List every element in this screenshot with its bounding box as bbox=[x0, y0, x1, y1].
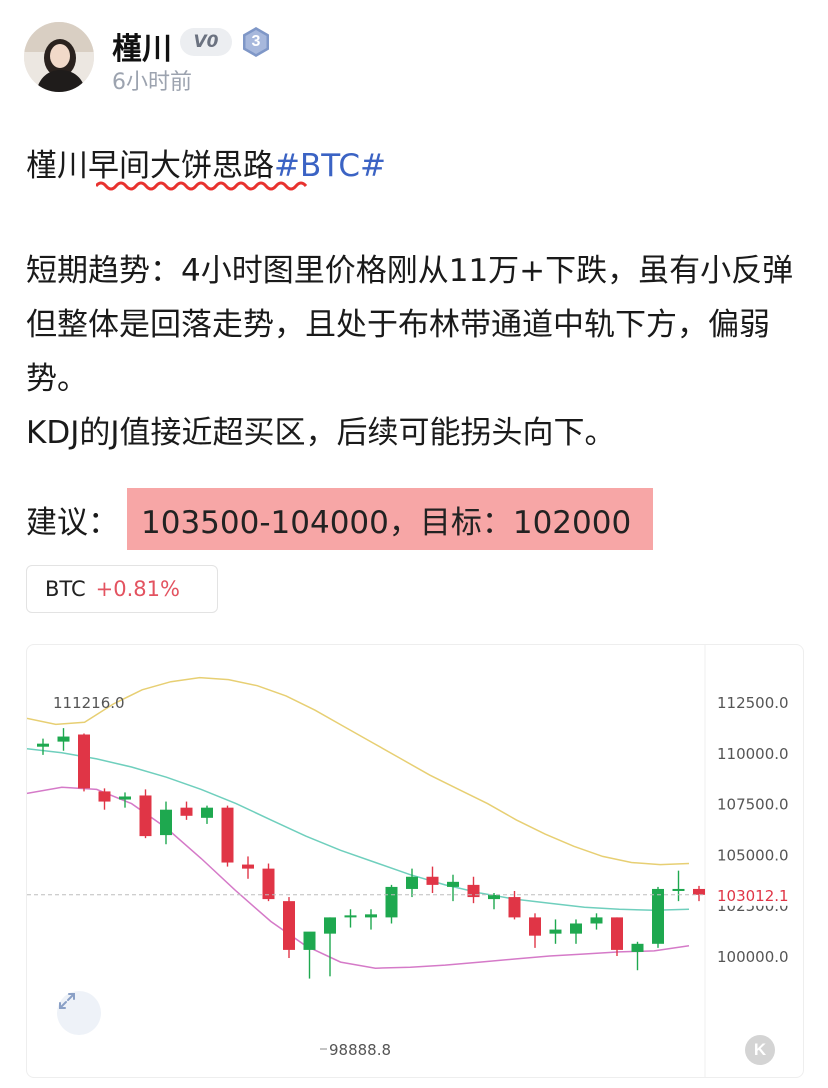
y-tick-label: 105000.0 bbox=[717, 846, 789, 864]
y-tick-label: 110000.0 bbox=[717, 745, 789, 763]
candle-body bbox=[283, 901, 295, 950]
candlestick-chart: 112500.0110000.0107500.0105000.0102500.0… bbox=[27, 645, 803, 1077]
candle-body bbox=[242, 864, 254, 869]
candle-body bbox=[549, 929, 562, 934]
candle-body bbox=[529, 917, 541, 936]
bollinger-upper-line bbox=[27, 676, 690, 866]
candle-body bbox=[201, 807, 213, 818]
candle-body bbox=[590, 917, 603, 924]
candle-body bbox=[385, 886, 398, 918]
candle-body bbox=[180, 807, 193, 816]
candle-body bbox=[693, 888, 705, 895]
vip-level-badge: V0 bbox=[180, 28, 232, 56]
post-paragraph: KDJ的J值接近超买区，后续可能拐头向下。 bbox=[26, 415, 616, 451]
post-time: 6小时前 bbox=[112, 70, 192, 95]
hashtag-link[interactable]: #BTC# bbox=[274, 148, 386, 184]
candle-body bbox=[365, 914, 377, 918]
candle-body bbox=[611, 917, 623, 950]
ticker-symbol: BTC bbox=[45, 577, 86, 601]
suggestion: 建议： 103500-104000，目标：102000 bbox=[26, 488, 654, 550]
candle-body bbox=[631, 943, 644, 952]
expand-button[interactable] bbox=[57, 991, 101, 1035]
post-title: 槿川早间大饼思路#BTC# bbox=[26, 140, 386, 185]
candle-body bbox=[406, 876, 418, 889]
candle-body bbox=[119, 796, 131, 800]
candle-body bbox=[426, 876, 439, 885]
current-price-label: 103012.1 bbox=[717, 887, 789, 905]
candle-body bbox=[570, 923, 582, 934]
post-paragraph: 短期趋势：4小时图里价格刚从11万+下跌，虽有小反弹但整体是回落走势，且处于布林… bbox=[26, 253, 794, 397]
candle-body bbox=[324, 917, 336, 934]
candle-body bbox=[344, 915, 357, 918]
candle-body bbox=[303, 931, 316, 950]
k-logo-icon: K bbox=[745, 1035, 775, 1065]
candle-body bbox=[221, 807, 234, 863]
candle-body bbox=[37, 743, 49, 747]
post-title-text: 槿川早间大饼思路 bbox=[26, 148, 274, 184]
ticker-change: +0.81% bbox=[95, 577, 180, 601]
price-chart-card[interactable]: 112500.0 110000.0 107500.0 105000.0 102500.0… bbox=[26, 644, 804, 1078]
avatar-photo bbox=[24, 22, 94, 92]
y-tick-label: 112500.0 bbox=[717, 694, 789, 712]
candle-body bbox=[160, 809, 172, 836]
level-number: 3 bbox=[251, 33, 261, 50]
high-price-label: 111216.0 bbox=[53, 694, 125, 712]
suggestion-highlight: 103500-104000，目标：102000 bbox=[127, 488, 654, 550]
candle-body bbox=[488, 895, 500, 900]
candle-body bbox=[139, 795, 152, 837]
candle-body bbox=[98, 791, 111, 802]
candle-body bbox=[508, 897, 521, 918]
suggestion-label: 建议： bbox=[26, 504, 119, 541]
avatar[interactable] bbox=[24, 22, 94, 92]
ticker-chip[interactable]: BTC +0.81% bbox=[26, 565, 218, 613]
y-tick-label: 107500.0 bbox=[717, 796, 789, 814]
y-tick-label: 100000.0 bbox=[717, 948, 789, 966]
candle-body bbox=[78, 734, 90, 789]
post-body: 短期趋势：4小时图里价格刚从11万+下跌，虽有小反弹但整体是回落走势，且处于布林… bbox=[26, 244, 806, 460]
candle-body bbox=[652, 888, 664, 944]
author-name[interactable]: 槿川 bbox=[112, 24, 172, 68]
expand-icon bbox=[59, 993, 75, 1009]
candle-body bbox=[447, 881, 459, 887]
candle-body bbox=[57, 736, 70, 742]
level-badge: 3 bbox=[240, 26, 272, 58]
spellcheck-underline bbox=[96, 181, 308, 191]
bollinger-middle-line bbox=[27, 747, 690, 912]
bollinger-lower-line bbox=[27, 786, 690, 969]
low-price-label: 98888.8 bbox=[329, 1041, 391, 1059]
candle-body bbox=[672, 888, 685, 891]
